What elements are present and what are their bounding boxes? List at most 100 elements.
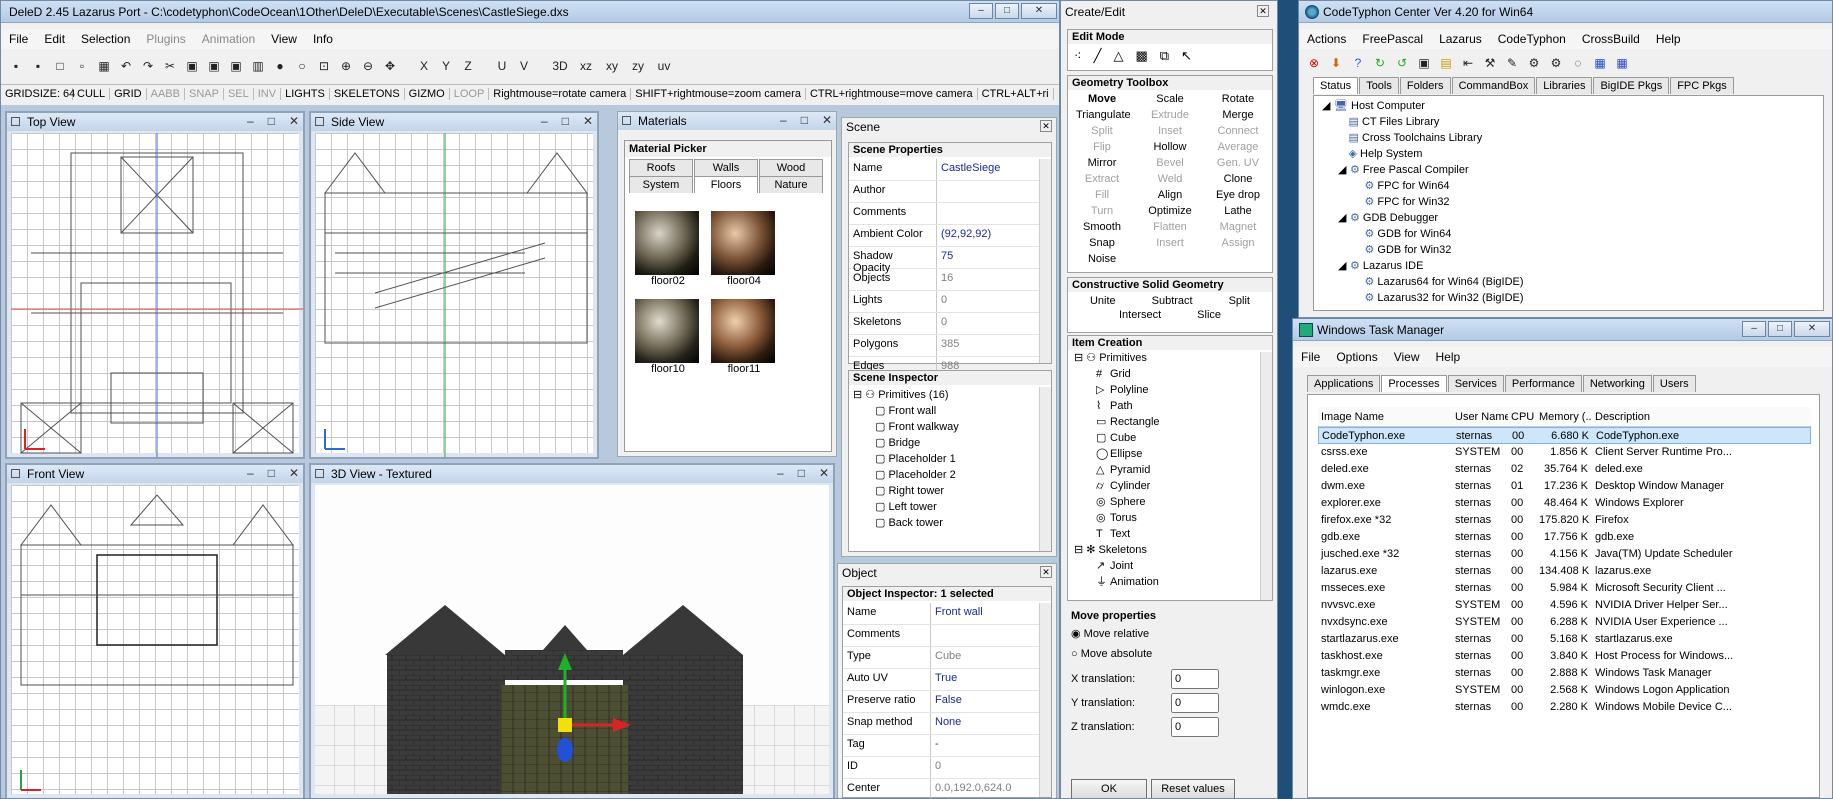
geometry-align-button[interactable]: Align [1144, 188, 1196, 204]
maximize-icon[interactable]: □ [268, 466, 275, 480]
stop-icon[interactable]: ⊗ [1305, 54, 1323, 72]
scrollbar[interactable] [1260, 352, 1272, 600]
tab-floors[interactable]: Floors [694, 176, 758, 193]
geometry-fill-button[interactable]: Fill [1076, 188, 1128, 204]
scrollbar[interactable] [1039, 159, 1051, 363]
view-4-icon[interactable]: ▥ [249, 57, 267, 75]
maximize-icon[interactable]: □ [798, 466, 805, 480]
ct-tree-node[interactable]: ◢ ⚙ GDB Debugger [1322, 210, 1815, 226]
tab-system[interactable]: System [629, 176, 693, 193]
save-as-icon[interactable]: ▪ [29, 57, 47, 75]
win32-icon[interactable]: ▦ [1613, 54, 1631, 72]
csg-unite-button[interactable]: Unite [1090, 295, 1116, 307]
view-1-icon[interactable]: ▣ [183, 57, 201, 75]
geometry-extract-button[interactable]: Extract [1076, 172, 1128, 188]
maximize-icon[interactable]: □ [801, 113, 808, 127]
move-relative-option[interactable]: ◉ Move relative [1067, 623, 1273, 644]
property-value[interactable]: 0 [937, 313, 1039, 334]
close-icon[interactable]: ✕ [289, 114, 299, 128]
maximize-icon[interactable]: □ [562, 114, 569, 128]
grid-toggle-icon[interactable]: ▦ [95, 57, 113, 75]
ct-tree-node[interactable]: ⚙ Lazarus32 for Win32 (BigIDE) [1322, 290, 1815, 306]
ct-tree-node[interactable]: ▤ CT Files Library [1322, 114, 1815, 130]
minimize-icon[interactable]: – [780, 113, 787, 127]
close-icon[interactable]: ✕ [583, 114, 593, 128]
z-translation-input[interactable] [1171, 717, 1219, 737]
object-mode-icon[interactable]: ▩ [1135, 48, 1147, 64]
process-row[interactable]: lazarus.exe sternas 00 134.408 K lazarus.exe [1318, 563, 1811, 580]
textured-view-canvas[interactable] [315, 485, 829, 794]
group-mode-icon[interactable]: ⧉ [1160, 48, 1169, 64]
view-zy-button[interactable]: zy [627, 57, 649, 75]
maximize-icon[interactable]: □ [268, 114, 275, 128]
geometry-move-button[interactable]: Move [1076, 92, 1128, 108]
primitive-item[interactable]: ▭ Rectangle [1074, 414, 1266, 430]
view-xy-button[interactable]: xy [601, 57, 623, 75]
minimize-icon[interactable]: – [247, 466, 254, 480]
geometry-flip-button[interactable]: Flip [1076, 140, 1128, 156]
property-value[interactable]: (92,92,92) [937, 225, 1039, 246]
scrollbar[interactable] [1039, 387, 1051, 551]
property-value[interactable]: 16 [937, 269, 1039, 290]
toggle-aabb[interactable]: AABB [147, 87, 185, 100]
primitive-item[interactable]: ◎ Torus [1074, 510, 1266, 526]
win64-icon[interactable]: ▦ [1591, 54, 1609, 72]
zoom-out-icon[interactable]: ⊖ [359, 57, 377, 75]
tree-root[interactable]: ⊟ ⚇ Primitives [1074, 350, 1266, 366]
ct-tree-node[interactable]: ◢ 🖥 Host Computer [1322, 98, 1815, 114]
process-row[interactable]: taskmgr.exe sternas 00 2.888 K Windows Task … [1318, 665, 1811, 682]
help-icon[interactable]: ? [1349, 54, 1367, 72]
tab-folders[interactable]: Folders [1399, 77, 1451, 94]
move-absolute-option[interactable]: ○ Move absolute [1067, 644, 1273, 664]
deled-titlebar[interactable]: DeleD 2.45 Lazarus Port - C:\codetyphon\… [1, 1, 1059, 23]
property-value[interactable] [937, 181, 1039, 202]
tab-tools[interactable]: Tools [1359, 77, 1399, 94]
front-view-titlebar[interactable]: Front View – □ ✕ [7, 465, 303, 483]
property-value[interactable] [937, 203, 1039, 224]
axis-z-button[interactable]: Z [459, 57, 477, 75]
geometry-insert-button[interactable]: Insert [1144, 236, 1196, 252]
toggle-sel[interactable]: SEL [224, 87, 254, 100]
tab-bigide-pkgs[interactable]: BigIDE Pkgs [1593, 77, 1670, 94]
tab-status[interactable]: Status [1313, 77, 1359, 94]
menu-edit[interactable]: Edit [36, 32, 73, 46]
toggle-loop[interactable]: LOOP [450, 87, 490, 100]
minimize-icon[interactable]: – [541, 114, 548, 128]
geometry-bevel-button[interactable]: Bevel [1144, 156, 1196, 172]
property-value[interactable]: Cube [931, 647, 1039, 668]
process-row[interactable]: gdb.exe sternas 00 17.756 K gdb.exe [1318, 529, 1811, 546]
select-region-icon[interactable]: ⊡ [315, 57, 333, 75]
materials-titlebar[interactable]: Materials – □ ✕ [618, 112, 836, 130]
geometry-merge-button[interactable]: Merge [1212, 108, 1264, 124]
property-value[interactable] [931, 625, 1039, 646]
scene-tree-item[interactable]: ▢ Bridge [853, 435, 1047, 451]
menu-selection[interactable]: Selection [73, 32, 138, 46]
menu-help[interactable]: Help [1648, 32, 1689, 46]
axis-u-button[interactable]: U [493, 57, 511, 75]
process-row[interactable]: winlogon.exe SYSTEM 00 2.568 K Windows Logon… [1318, 682, 1811, 699]
property-value[interactable]: - [931, 735, 1039, 756]
tab-nature[interactable]: Nature [759, 176, 823, 193]
property-value[interactable]: 75 [937, 247, 1039, 268]
process-row[interactable]: wmdc.exe sternas 00 2.280 K Windows Mobile D… [1318, 699, 1811, 716]
close-button[interactable]: ✕ [1794, 321, 1830, 337]
polygon-mode-icon[interactable]: △ [1113, 48, 1123, 64]
primitive-item[interactable]: ◯ Ellipse [1074, 446, 1266, 462]
geometry-assign-button[interactable]: Assign [1212, 236, 1264, 252]
geometry-snap-button[interactable]: Snap [1076, 236, 1128, 252]
geometry-hollow-button[interactable]: Hollow [1144, 140, 1196, 156]
menu-help[interactable]: Help [1428, 350, 1469, 364]
geometry-rotate-button[interactable]: Rotate [1212, 92, 1264, 108]
cross-icon[interactable]: ◌ [1569, 54, 1587, 72]
ct-tree-node[interactable]: ⚙ Lazarus64 for Win64 (BigIDE) [1322, 274, 1815, 290]
geometry-flatten-button[interactable]: Flatten [1144, 220, 1196, 236]
menu-view[interactable]: View [263, 32, 305, 46]
primitive-item[interactable]: ⌭ Cylinder [1074, 478, 1266, 494]
geometry-eye-drop-button[interactable]: Eye drop [1212, 188, 1264, 204]
build-icon[interactable]: ⚒ [1481, 54, 1499, 72]
undo-icon[interactable]: ↶ [117, 57, 135, 75]
light-on-icon[interactable]: ● [271, 57, 289, 75]
scene-tree-item[interactable]: ▢ Right tower [853, 483, 1047, 499]
wrench-icon[interactable]: ✎ [1503, 54, 1521, 72]
scene-tree-item[interactable]: ▢ Placeholder 2 [853, 467, 1047, 483]
